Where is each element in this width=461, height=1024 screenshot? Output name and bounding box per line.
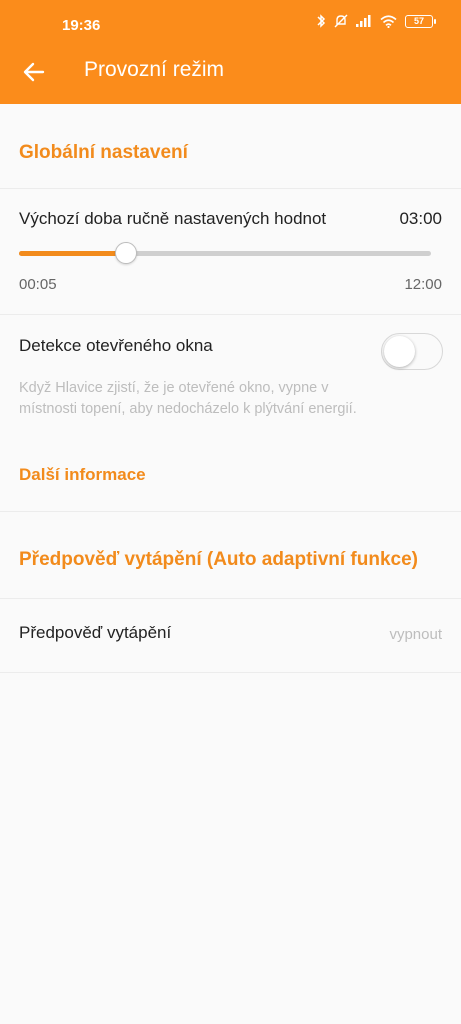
arrow-left-icon xyxy=(23,62,45,82)
battery-level: 57 xyxy=(413,16,424,26)
slider-fill xyxy=(19,251,127,256)
status-icons: 57 xyxy=(316,14,436,28)
window-detection-label: Detekce otevřeného okna xyxy=(19,336,213,355)
back-button[interactable] xyxy=(20,58,48,86)
manual-duration-value: 03:00 xyxy=(399,209,442,228)
slider-min-label: 00:05 xyxy=(19,276,57,293)
battery-icon: 57 xyxy=(405,14,436,28)
section-heading-forecast: Předpověď vytápění (Auto adaptivní funkc… xyxy=(19,549,418,570)
window-detection-description: Když Hlavice zjistí, že je otevřené okno… xyxy=(19,380,357,417)
app-bar: 19:36 57 Provozní režim xyxy=(0,0,461,104)
page-title: Provozní režim xyxy=(84,58,225,81)
mute-icon xyxy=(334,14,348,28)
section-heading-global: Globální nastavení xyxy=(19,142,188,163)
forecast-row-value[interactable]: vypnout xyxy=(389,626,442,643)
manual-duration-slider[interactable] xyxy=(19,242,431,264)
signal-icon xyxy=(356,15,371,27)
slider-max-label: 12:00 xyxy=(404,276,442,293)
manual-duration-label: Výchozí doba ručně nastavených hodnot xyxy=(19,209,327,228)
status-time: 19:36 xyxy=(62,17,101,34)
more-info-link[interactable]: Další informace xyxy=(19,465,146,485)
divider xyxy=(0,314,461,315)
divider xyxy=(0,672,461,673)
divider xyxy=(0,511,461,512)
toggle-knob xyxy=(384,336,415,367)
window-detection-toggle[interactable] xyxy=(381,333,443,370)
bluetooth-icon xyxy=(317,14,326,28)
wifi-icon xyxy=(380,14,397,28)
divider xyxy=(0,598,461,599)
slider-thumb[interactable] xyxy=(115,242,138,264)
forecast-row-label[interactable]: Předpověď vytápění xyxy=(19,623,171,643)
divider xyxy=(0,188,461,189)
status-bar: 19:36 57 xyxy=(0,0,461,50)
